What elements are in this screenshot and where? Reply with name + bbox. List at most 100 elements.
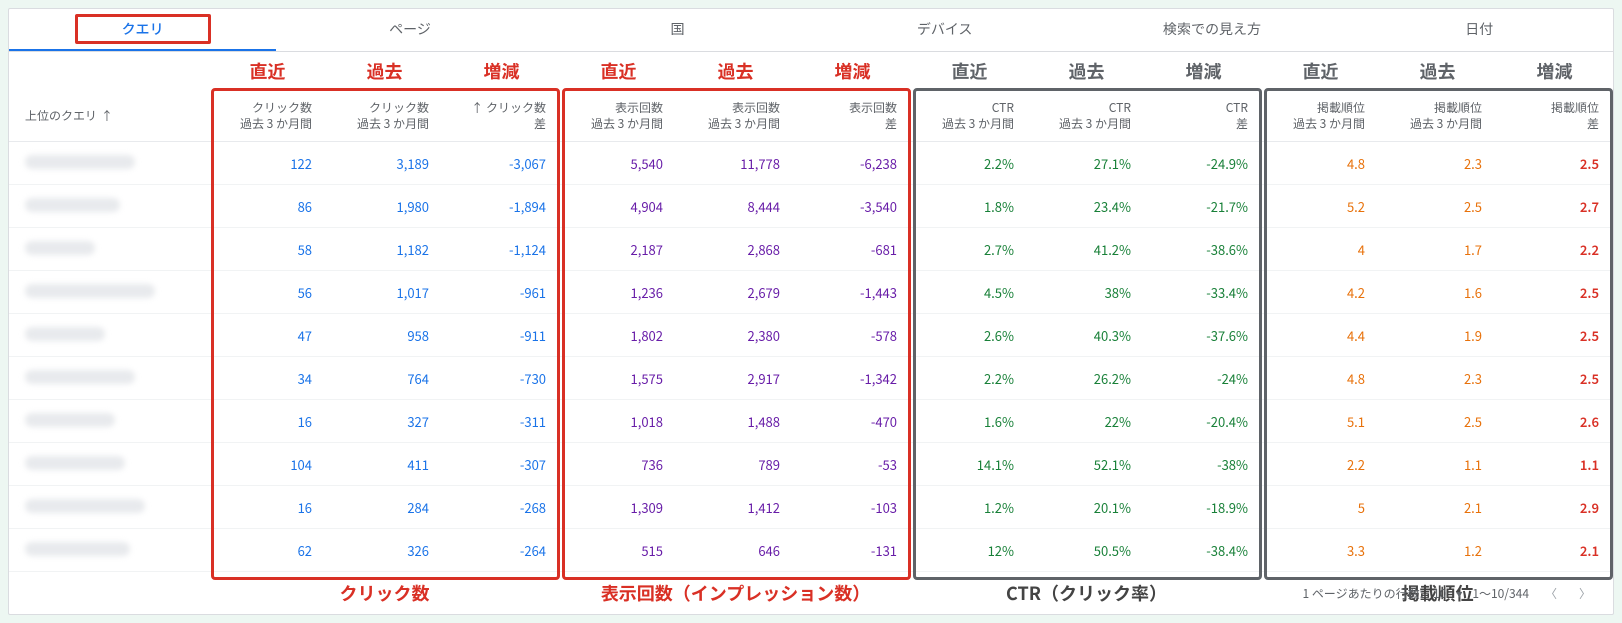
tab-0[interactable]: クエリ [9,9,276,51]
table-row[interactable]: 561,017-9611,2362,679-1,4434.5%38%-33.4%… [9,271,1613,314]
cell: 2.5 [1496,283,1613,302]
pager-prev-icon[interactable]: 〈 [1539,581,1563,605]
ann-recent: 直近 [209,58,326,84]
table-row[interactable]: 62326-264515646-13112%50.5%-38.4%3.31.22… [9,529,1613,572]
cell: 2.2% [911,369,1028,388]
cell: 789 [677,455,794,474]
query-label [9,240,209,259]
table-body: 1223,189-3,0675,54011,778-6,2382.2%27.1%… [9,142,1613,572]
cell: 2.2 [1262,455,1379,474]
cell: -38.6% [1145,240,1262,259]
cell: 2.6% [911,326,1028,345]
col-header[interactable]: 表示回数過去 3 か月間 [677,90,794,141]
cell: 5,540 [560,154,677,173]
ann-recent: 直近 [1262,58,1379,84]
cell: 1.7 [1379,240,1496,259]
cell: 34 [209,369,326,388]
cell: 1,309 [560,498,677,517]
cell: 8,444 [677,197,794,216]
cell: 515 [560,541,677,560]
col-header[interactable]: 掲載順位差 [1496,90,1613,141]
cell: -53 [794,455,911,474]
query-label [9,283,209,302]
cell: 1,018 [560,412,677,431]
cell: -1,443 [794,283,911,302]
ann-past: 過去 [1028,58,1145,84]
pager-rows-label: 1 ページあたりの行数: [1303,585,1423,602]
col-header[interactable]: 表示回数差 [794,90,911,141]
col-header-query-label: 上位のクエリ [25,107,97,124]
col-header[interactable]: ↑ クリック数差 [443,90,560,141]
ann-diff: 増減 [1496,58,1613,84]
col-header[interactable]: 掲載順位過去 3 か月間 [1262,90,1379,141]
tab-1[interactable]: ページ [276,9,543,51]
col-header[interactable]: クリック数過去 3 か月間 [326,90,443,141]
cell: 2.5 [1496,369,1613,388]
table-row[interactable]: 581,182-1,1242,1872,868-6812.7%41.2%-38.… [9,228,1613,271]
tab-5[interactable]: 日付 [1346,9,1613,51]
cell: 2.1 [1379,498,1496,517]
cell: 736 [560,455,677,474]
table-row[interactable]: 104411-307736789-5314.1%52.1%-38%2.21.11… [9,443,1613,486]
cell: 14.1% [911,455,1028,474]
col-header[interactable]: クリック数過去 3 か月間 [209,90,326,141]
cell: 4 [1262,240,1379,259]
table-row[interactable]: 861,980-1,8944,9048,444-3,5401.8%23.4%-2… [9,185,1613,228]
cell: -3,067 [443,154,560,173]
cell: 26.2% [1028,369,1145,388]
cell: 23.4% [1028,197,1145,216]
cell: 1.2% [911,498,1028,517]
tab-3[interactable]: デバイス [811,9,1078,51]
cell: 4.8 [1262,154,1379,173]
cell: 1.1 [1379,455,1496,474]
cell: -20.4% [1145,412,1262,431]
cell: 2.1 [1496,541,1613,560]
cell: 2,380 [677,326,794,345]
col-header[interactable]: 掲載順位過去 3 か月間 [1379,90,1496,141]
col-header[interactable]: CTR差 [1145,90,1262,141]
cell: -311 [443,412,560,431]
cell: 4.5% [911,283,1028,302]
table-row[interactable]: 16284-2681,3091,412-1031.2%20.1%-18.9%52… [9,486,1613,529]
cell: 5 [1262,498,1379,517]
pager-range: 1～10/344 [1472,585,1529,602]
cell: 40.3% [1028,326,1145,345]
table-header: 上位のクエリ ↑ クリック数過去 3 か月間クリック数過去 3 か月間↑ クリッ… [9,90,1613,142]
cell: 2.5 [1379,197,1496,216]
ann-past: 過去 [1379,58,1496,84]
query-label [9,197,209,216]
col-header[interactable]: CTR過去 3 か月間 [911,90,1028,141]
cell: -578 [794,326,911,345]
cell: 4,904 [560,197,677,216]
col-header[interactable]: 表示回数過去 3 か月間 [560,90,677,141]
dropdown-icon[interactable]: ▾ [1456,585,1462,602]
cell: -18.9% [1145,498,1262,517]
ann-recent: 直近 [560,58,677,84]
cell: 62 [209,541,326,560]
cell: -24% [1145,369,1262,388]
cell: 1,182 [326,240,443,259]
cell: 27.1% [1028,154,1145,173]
table-row[interactable]: 47958-9111,8022,380-5782.6%40.3%-37.6%4.… [9,314,1613,357]
cell: 646 [677,541,794,560]
cell: 22% [1028,412,1145,431]
cell: -131 [794,541,911,560]
table-row[interactable]: 34764-7301,5752,917-1,3422.2%26.2%-24%4.… [9,357,1613,400]
cell: 1,802 [560,326,677,345]
tab-2[interactable]: 国 [544,9,811,51]
cell: -1,894 [443,197,560,216]
cell: 4.8 [1262,369,1379,388]
query-label [9,369,209,388]
cell: 1,412 [677,498,794,517]
ann-diff: 増減 [794,58,911,84]
cell: 2,679 [677,283,794,302]
pager-per-page[interactable]: 10 [1433,585,1446,602]
tab-4[interactable]: 検索での見え方 [1078,9,1345,51]
col-header-query[interactable]: 上位のクエリ ↑ [9,107,209,124]
cell: 2.5 [1496,154,1613,173]
table-row[interactable]: 1223,189-3,0675,54011,778-6,2382.2%27.1%… [9,142,1613,185]
cell: 58 [209,240,326,259]
pager-next-icon[interactable]: 〉 [1573,581,1597,605]
table-row[interactable]: 16327-3111,0181,488-4701.6%22%-20.4%5.12… [9,400,1613,443]
col-header[interactable]: CTR過去 3 か月間 [1028,90,1145,141]
